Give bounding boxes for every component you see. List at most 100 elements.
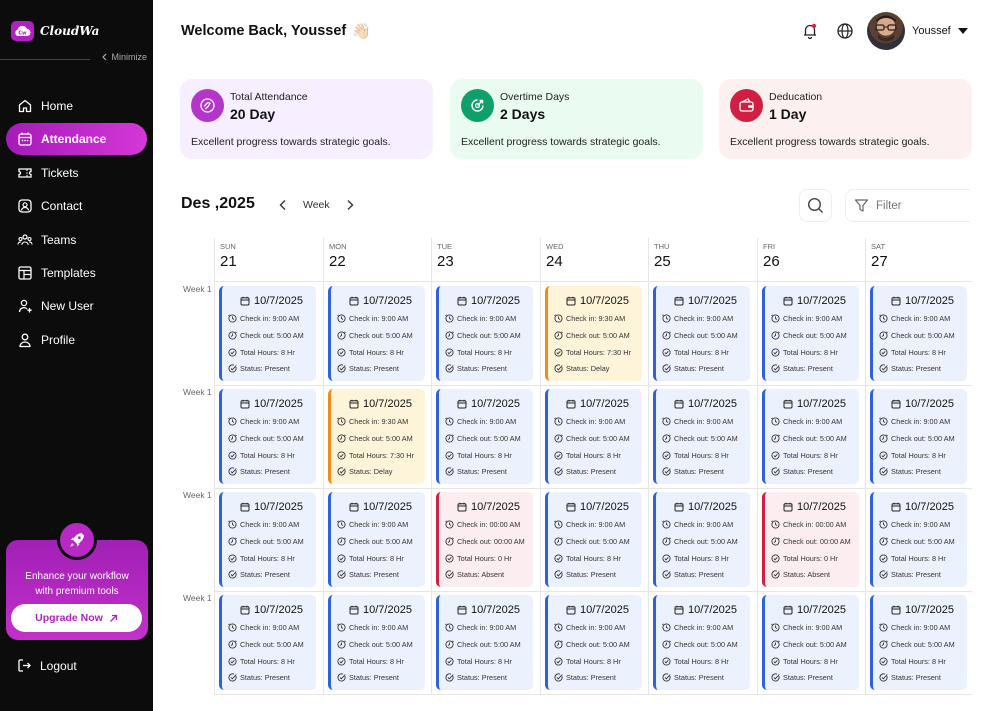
sidebar-item-label: Teams bbox=[41, 232, 77, 247]
attendance-card[interactable]: 10/7/2025 Check in: 9:30 AM Check out: 5:0… bbox=[545, 286, 642, 381]
card-check-out: Check out: 5:00 AM bbox=[554, 639, 642, 649]
card-check-in: Check in: 00:00 AM bbox=[771, 520, 859, 530]
status-icon bbox=[879, 570, 888, 579]
attendance-card[interactable]: 10/7/2025 Check in: 9:00 AM Check out: 5:0… bbox=[870, 286, 967, 381]
check-in-icon bbox=[337, 314, 346, 323]
attendance-card[interactable]: 10/7/2025 Check in: 9:00 AM Check out: 5:0… bbox=[436, 389, 533, 484]
attendance-card[interactable]: 10/7/2025 Check in: 9:00 AM Check out: 5:0… bbox=[762, 389, 859, 484]
attendance-card[interactable]: 10/7/2025 Check in: 9:00 AM Check out: 5:0… bbox=[219, 595, 316, 690]
total-hours-text: Total Hours: 8 Hr bbox=[566, 553, 621, 563]
check-out-text: Check out: 5:00 AM bbox=[566, 639, 630, 649]
check-circle-icon bbox=[228, 657, 237, 666]
sidebar-item-attendance[interactable]: Attendance bbox=[6, 123, 147, 156]
chevron-right-icon[interactable] bbox=[345, 199, 355, 211]
calendar-icon bbox=[891, 502, 901, 511]
attendance-card[interactable]: 10/7/2025 Check in: 9:00 AM Check out: 5:0… bbox=[328, 286, 425, 381]
card-status: Status: Present bbox=[662, 364, 750, 374]
status-icon bbox=[228, 570, 237, 579]
attendance-card[interactable]: 10/7/2025 Check in: 9:00 AM Check out: 5:0… bbox=[762, 595, 859, 690]
card-check-out: Check out: 5:00 AM bbox=[554, 433, 642, 443]
card-status: Status: Present bbox=[228, 364, 316, 374]
filter-button[interactable]: Filter bbox=[845, 189, 970, 222]
status-icon bbox=[554, 570, 563, 579]
day-number: 21 bbox=[220, 253, 237, 270]
sidebar-item-new-user[interactable]: New User bbox=[6, 290, 147, 322]
logout-icon bbox=[18, 659, 31, 672]
view-selector[interactable]: Week bbox=[303, 199, 330, 211]
status-text: Status: Absent bbox=[783, 570, 831, 580]
attendance-card[interactable]: 10/7/2025 Check in: 9:30 AM Check out: 5:0… bbox=[328, 389, 425, 484]
calendar-icon bbox=[349, 399, 359, 408]
check-out-text: Check out: 5:00 AM bbox=[891, 639, 955, 649]
check-out-text: Check out: 5:00 AM bbox=[240, 433, 304, 443]
card-status: Status: Present bbox=[228, 467, 316, 477]
status-text: Status: Present bbox=[566, 467, 616, 477]
search-button[interactable] bbox=[799, 189, 832, 222]
check-circle-icon bbox=[662, 348, 671, 357]
attendance-card[interactable]: 10/7/2025 Check in: 9:00 AM Check out: 5:0… bbox=[870, 595, 967, 690]
attendance-card[interactable]: 10/7/2025 Check in: 9:00 AM Check out: 5:0… bbox=[653, 389, 750, 484]
card-check-in: Check in: 9:00 AM bbox=[228, 520, 316, 530]
status-icon bbox=[554, 364, 563, 373]
total-hours-text: Total Hours: 0 Hr bbox=[783, 553, 838, 563]
check-circle-icon bbox=[662, 657, 671, 666]
sidebar-item-teams[interactable]: Teams bbox=[6, 224, 147, 256]
card-status: Status: Absent bbox=[771, 570, 859, 580]
chevron-left-icon[interactable] bbox=[278, 199, 288, 211]
card-check-out: Check out: 5:00 AM bbox=[554, 330, 642, 340]
attendance-card[interactable]: 10/7/2025 Check in: 9:00 AM Check out: 5:0… bbox=[219, 286, 316, 381]
sidebar-item-home[interactable]: Home bbox=[6, 90, 147, 122]
sidebar-item-templates[interactable]: Templates bbox=[6, 257, 147, 289]
check-out-icon bbox=[337, 434, 346, 443]
sidebar-item-contact[interactable]: Contact bbox=[6, 190, 147, 222]
attendance-card[interactable]: 10/7/2025 Check in: 9:00 AM Check out: 5:0… bbox=[328, 595, 425, 690]
check-circle-icon bbox=[228, 348, 237, 357]
card-date: 10/7/2025 bbox=[566, 397, 642, 410]
check-in-text: Check in: 9:00 AM bbox=[783, 623, 843, 633]
status-text: Status: Present bbox=[891, 570, 941, 580]
card-check-in: Check in: 9:00 AM bbox=[228, 623, 316, 633]
attendance-card[interactable]: 10/7/2025 Check in: 9:00 AM Check out: 5:0… bbox=[653, 286, 750, 381]
attendance-card[interactable]: 10/7/2025 Check in: 00:00 AM Check out: 00… bbox=[762, 492, 859, 587]
attendance-card[interactable]: 10/7/2025 Check in: 00:00 AM Check out: 00… bbox=[436, 492, 533, 587]
attendance-card[interactable]: 10/7/2025 Check in: 9:00 AM Check out: 5:0… bbox=[545, 389, 642, 484]
bell-icon[interactable] bbox=[801, 22, 819, 40]
attendance-card[interactable]: 10/7/2025 Check in: 9:00 AM Check out: 5:0… bbox=[762, 286, 859, 381]
avatar[interactable] bbox=[867, 12, 905, 50]
user-name[interactable]: Youssef bbox=[912, 25, 951, 37]
day-header-sun: SUN 21 bbox=[214, 238, 323, 282]
attendance-card[interactable]: 10/7/2025 Check in: 9:00 AM Check out: 5:0… bbox=[653, 492, 750, 587]
attendance-card[interactable]: 10/7/2025 Check in: 9:00 AM Check out: 5:0… bbox=[436, 286, 533, 381]
status-text: Status: Present bbox=[674, 570, 724, 580]
day-header-tue: TUE 23 bbox=[431, 238, 540, 282]
sidebar-item-tickets[interactable]: Tickets bbox=[6, 157, 147, 189]
brand-logo[interactable]: Cw CloudWa bbox=[11, 21, 99, 41]
attendance-card[interactable]: 10/7/2025 Check in: 9:00 AM Check out: 5:0… bbox=[870, 492, 967, 587]
caret-down-icon[interactable] bbox=[957, 27, 969, 35]
attendance-card[interactable]: 10/7/2025 Check in: 9:00 AM Check out: 5:0… bbox=[545, 595, 642, 690]
check-out-icon bbox=[771, 331, 780, 340]
check-in-icon bbox=[662, 417, 671, 426]
check-in-text: Check in: 9:00 AM bbox=[240, 417, 300, 427]
card-status: Status: Present bbox=[337, 673, 425, 683]
waving-hand-icon: 👋🏻 bbox=[352, 23, 371, 40]
attendance-card[interactable]: 10/7/2025 Check in: 9:00 AM Check out: 5:0… bbox=[219, 492, 316, 587]
card-date-text: 10/7/2025 bbox=[797, 294, 846, 307]
attendance-card[interactable]: 10/7/2025 Check in: 9:00 AM Check out: 5:0… bbox=[436, 595, 533, 690]
attendance-card[interactable]: 10/7/2025 Check in: 9:00 AM Check out: 5:0… bbox=[328, 492, 425, 587]
sidebar-item-profile[interactable]: Profile bbox=[6, 324, 147, 356]
check-out-text: Check out: 5:00 AM bbox=[349, 330, 413, 340]
attendance-card[interactable]: 10/7/2025 Check in: 9:00 AM Check out: 5:0… bbox=[653, 595, 750, 690]
check-in-icon bbox=[445, 623, 454, 632]
upgrade-now-button[interactable]: Upgrade Now bbox=[11, 604, 142, 632]
attendance-card[interactable]: 10/7/2025 Check in: 9:00 AM Check out: 5:0… bbox=[870, 389, 967, 484]
check-out-text: Check out: 5:00 AM bbox=[457, 330, 521, 340]
attendance-card[interactable]: 10/7/2025 Check in: 9:00 AM Check out: 5:0… bbox=[219, 389, 316, 484]
upgrade-text: Enhance your workflow with premium tools bbox=[6, 569, 148, 599]
globe-icon[interactable] bbox=[836, 22, 854, 40]
logout-button[interactable]: Logout bbox=[17, 658, 77, 673]
attendance-card[interactable]: 10/7/2025 Check in: 9:00 AM Check out: 5:0… bbox=[545, 492, 642, 587]
status-icon bbox=[662, 467, 671, 476]
minimize-button[interactable]: Minimize bbox=[101, 52, 147, 62]
card-date-text: 10/7/2025 bbox=[254, 294, 303, 307]
